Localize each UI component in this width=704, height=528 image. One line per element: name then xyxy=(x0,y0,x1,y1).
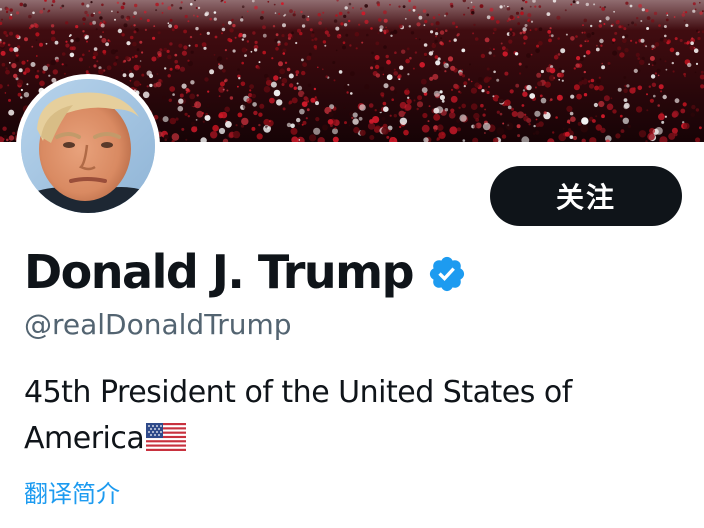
us-flag-icon xyxy=(146,419,187,451)
bio-line-2-text: America xyxy=(24,421,145,456)
bio-line-2: America xyxy=(24,416,664,462)
profile-page: 关注 Donald J. Trump @realDonaldTrump 45th… xyxy=(0,0,704,528)
avatar-photo xyxy=(21,79,155,213)
follow-button[interactable]: 关注 xyxy=(490,166,682,226)
profile-avatar[interactable] xyxy=(16,74,160,218)
profile-bio: 45th President of the United States of A… xyxy=(24,370,664,462)
translate-bio-link[interactable]: 翻译简介 xyxy=(24,474,120,509)
profile-display-name: Donald J. Trump xyxy=(24,245,415,299)
verified-badge-icon[interactable] xyxy=(427,254,467,294)
bio-line-1: 45th President of the United States of xyxy=(24,375,572,410)
follow-button-label: 关注 xyxy=(555,181,616,214)
profile-handle: @realDonaldTrump xyxy=(24,308,292,341)
profile-name-row: Donald J. Trump xyxy=(24,240,467,304)
